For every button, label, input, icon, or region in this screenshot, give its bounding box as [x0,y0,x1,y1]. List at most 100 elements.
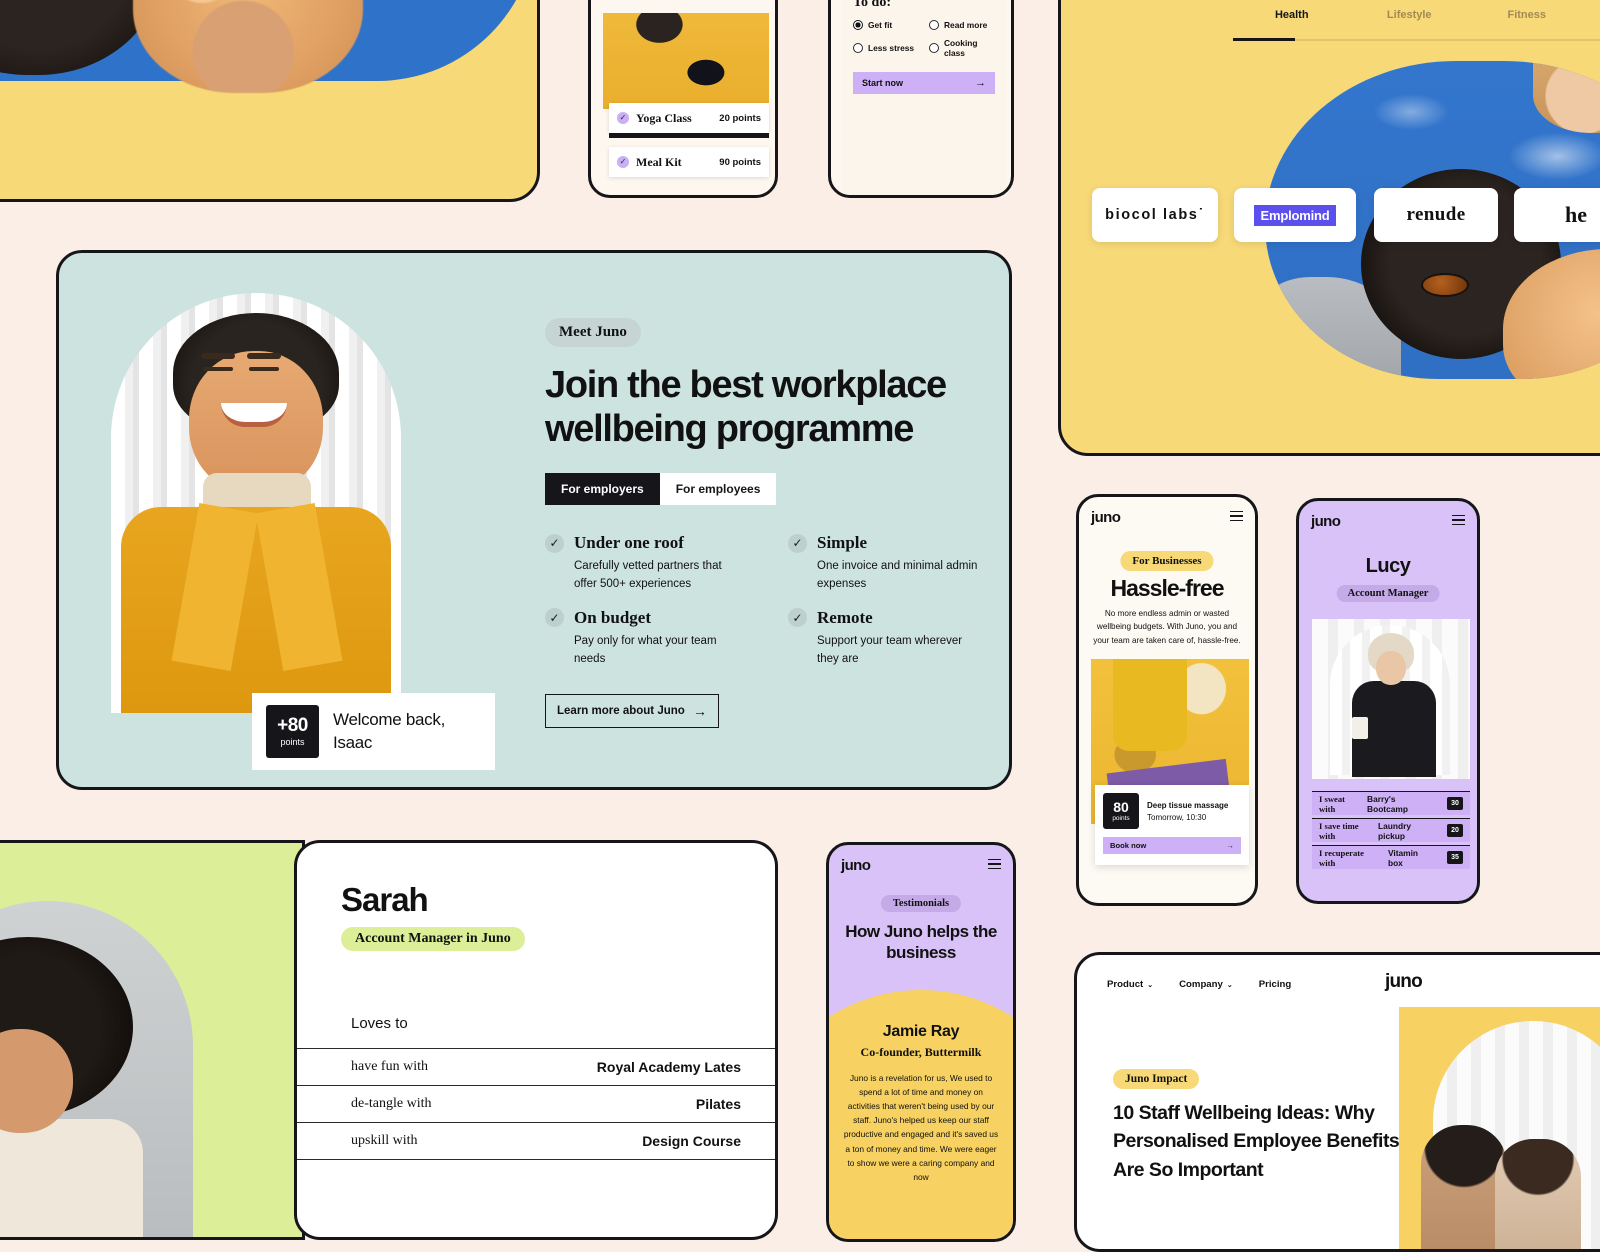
hero-eyebrow-pill: Meet Juno [545,318,641,347]
check-icon: ✓ [788,534,807,553]
learn-more-label: Learn more about Juno [557,705,685,717]
welcome-message: Welcome back, Isaac [333,709,481,753]
phone-mockup-rewards: ✓ Yoga Class 20 points ✓ Meal Kit 90 poi… [588,0,778,198]
check-circle-icon: ✓ [617,156,629,168]
start-now-label: Start now [862,78,903,88]
arrow-right-icon: → [975,77,986,89]
tab-learning[interactable]: Learning [1586,9,1600,21]
partner-logo-he[interactable]: he [1514,188,1600,242]
article-photo [1399,1007,1600,1252]
profile-row-recuperate[interactable]: I recuperate with Vitamin box 35 [1312,845,1470,869]
book-now-label: Book now [1110,841,1146,850]
testimonial-author: Jamie Ray [829,1023,1013,1041]
blog-article-card: Product ⌄ Company ⌄ Pricing juno Juno Im… [1074,952,1600,1252]
check-circle-icon: ✓ [617,112,629,124]
profile-row-upskill[interactable]: upskill with Design Course [297,1122,778,1159]
for-businesses-pill: For Businesses [1120,551,1213,571]
hassle-free-body: No more endless admin or wasted wellbein… [1093,607,1241,647]
chevron-down-icon: ⌄ [1227,981,1233,989]
progress-bar [609,133,769,138]
audience-toggle: For employers For employees [545,473,776,505]
arrow-right-icon: → [693,703,707,719]
juno-logo: juno [1091,509,1120,526]
todo-option-get-fit[interactable]: Get fit [853,20,929,30]
feature-on-budget: ✓ On budget Pay only for what your team … [545,608,742,669]
hero-card: +80 points Welcome back, Isaac Meet Juno… [56,250,1012,790]
section-label: Loves to [351,1015,408,1032]
hamburger-menu-icon[interactable] [1452,515,1465,529]
feature-description: Support your team wherever they are [817,633,985,669]
todo-title: To do: [853,0,995,11]
partner-logo-renude[interactable]: renude [1374,188,1498,242]
learn-more-button[interactable]: Learn more about Juno → [545,694,719,728]
jacket [121,507,391,713]
hassle-free-heading: Hassle-free [1079,575,1255,602]
profile-row-sweat[interactable]: I sweat with Barry's Bootcamp 30 [1312,791,1470,815]
points-unit: points [280,737,304,747]
tab-fitness[interactable]: Fitness [1468,9,1586,21]
person-blonde-photo [133,0,363,93]
sweatshirt [0,1119,143,1240]
phone-mockup-lucy-profile: juno Lucy Account Manager I sweat with B… [1296,498,1480,904]
profile-row-key: I recuperate with [1319,848,1382,868]
hamburger-menu-icon[interactable] [1230,511,1243,525]
todo-sheet: To do: Get fit Read more Less stress Coo… [841,0,1007,198]
juno-logo: juno [1385,971,1422,993]
nav-item-pricing[interactable]: Pricing [1259,979,1292,990]
reward-row-yoga[interactable]: ✓ Yoga Class 20 points [609,103,769,133]
nav-item-label: Company [1179,979,1223,990]
welcome-badge-card: +80 points Welcome back, Isaac [252,693,495,770]
radio-icon[interactable] [853,43,863,53]
check-icon: ✓ [545,534,564,553]
partner-logo-biocol-labs[interactable]: biocol labs˙ [1092,188,1218,242]
tab-for-employers[interactable]: For employers [545,473,660,505]
sarah-photo-panel [0,840,305,1240]
todo-option-less-stress[interactable]: Less stress [853,38,929,58]
hamburger-menu-icon[interactable] [988,859,1001,873]
juno-logo: juno [1311,513,1340,530]
todo-option-read-more[interactable]: Read more [929,20,995,30]
partner-logo-label: he [1565,202,1587,228]
feature-remote: ✓ Remote Support your team wherever they… [788,608,985,669]
points-badge: +80 points [266,705,319,758]
testimonials-pill: Testimonials [881,895,961,912]
sarah-profile-card: Sarah Account Manager in Juno Loves to h… [294,840,778,1240]
partner-logo-label: biocol labs˙ [1105,207,1205,223]
person-head-photo [1533,61,1600,133]
profile-row-de-tangle[interactable]: de-tangle with Pilates [297,1085,778,1122]
radio-icon[interactable] [929,43,939,53]
feature-title: Under one roof [574,533,684,553]
sarah-portrait [0,901,193,1240]
person-legs-photo [1113,659,1187,751]
sunglasses-icon [1421,273,1469,297]
blog-nav: Product ⌄ Company ⌄ Pricing [1107,979,1291,990]
phone-mockup-testimonials: juno Testimonials How Juno helps the bus… [826,842,1016,1242]
eyebrow-right [247,353,281,359]
points-badge: 20 [1447,824,1463,837]
coffee-cup [1352,717,1368,739]
tab-health[interactable]: Health [1233,9,1351,21]
check-icon: ✓ [545,608,564,627]
start-now-button[interactable]: Start now → [853,72,995,94]
profile-row-have-fun[interactable]: have fun with Royal Academy Lates [297,1048,778,1085]
partner-logo-emplomind[interactable]: Emplomind [1234,188,1356,242]
tab-lifestyle[interactable]: Lifestyle [1351,9,1469,21]
todo-option-cooking-class[interactable]: Cooking class [929,38,995,58]
juno-logo: juno [841,857,870,874]
nav-item-product[interactable]: Product ⌄ [1107,979,1153,990]
reward-row-meal-kit[interactable]: ✓ Meal Kit 90 points [609,147,769,177]
feature-description: Carefully vetted partners that offer 500… [574,558,742,594]
nav-item-company[interactable]: Company ⌄ [1179,979,1233,990]
feature-title: Remote [817,608,873,628]
radio-icon[interactable] [929,20,939,30]
points-badge: 30 [1447,797,1463,810]
tab-for-employees[interactable]: For employees [660,473,777,505]
radio-icon[interactable] [853,20,863,30]
phone-mockup-todo: To do: Get fit Read more Less stress Coo… [828,0,1014,198]
nav-item-label: Pricing [1259,979,1292,990]
juno-impact-pill: Juno Impact [1113,1069,1199,1089]
points-value: 80 [1113,800,1129,814]
profile-row-save-time[interactable]: I save time with Laundry pickup 20 [1312,818,1470,842]
book-now-button[interactable]: Book now → [1103,837,1241,854]
points-badge: 80 points [1103,793,1139,829]
